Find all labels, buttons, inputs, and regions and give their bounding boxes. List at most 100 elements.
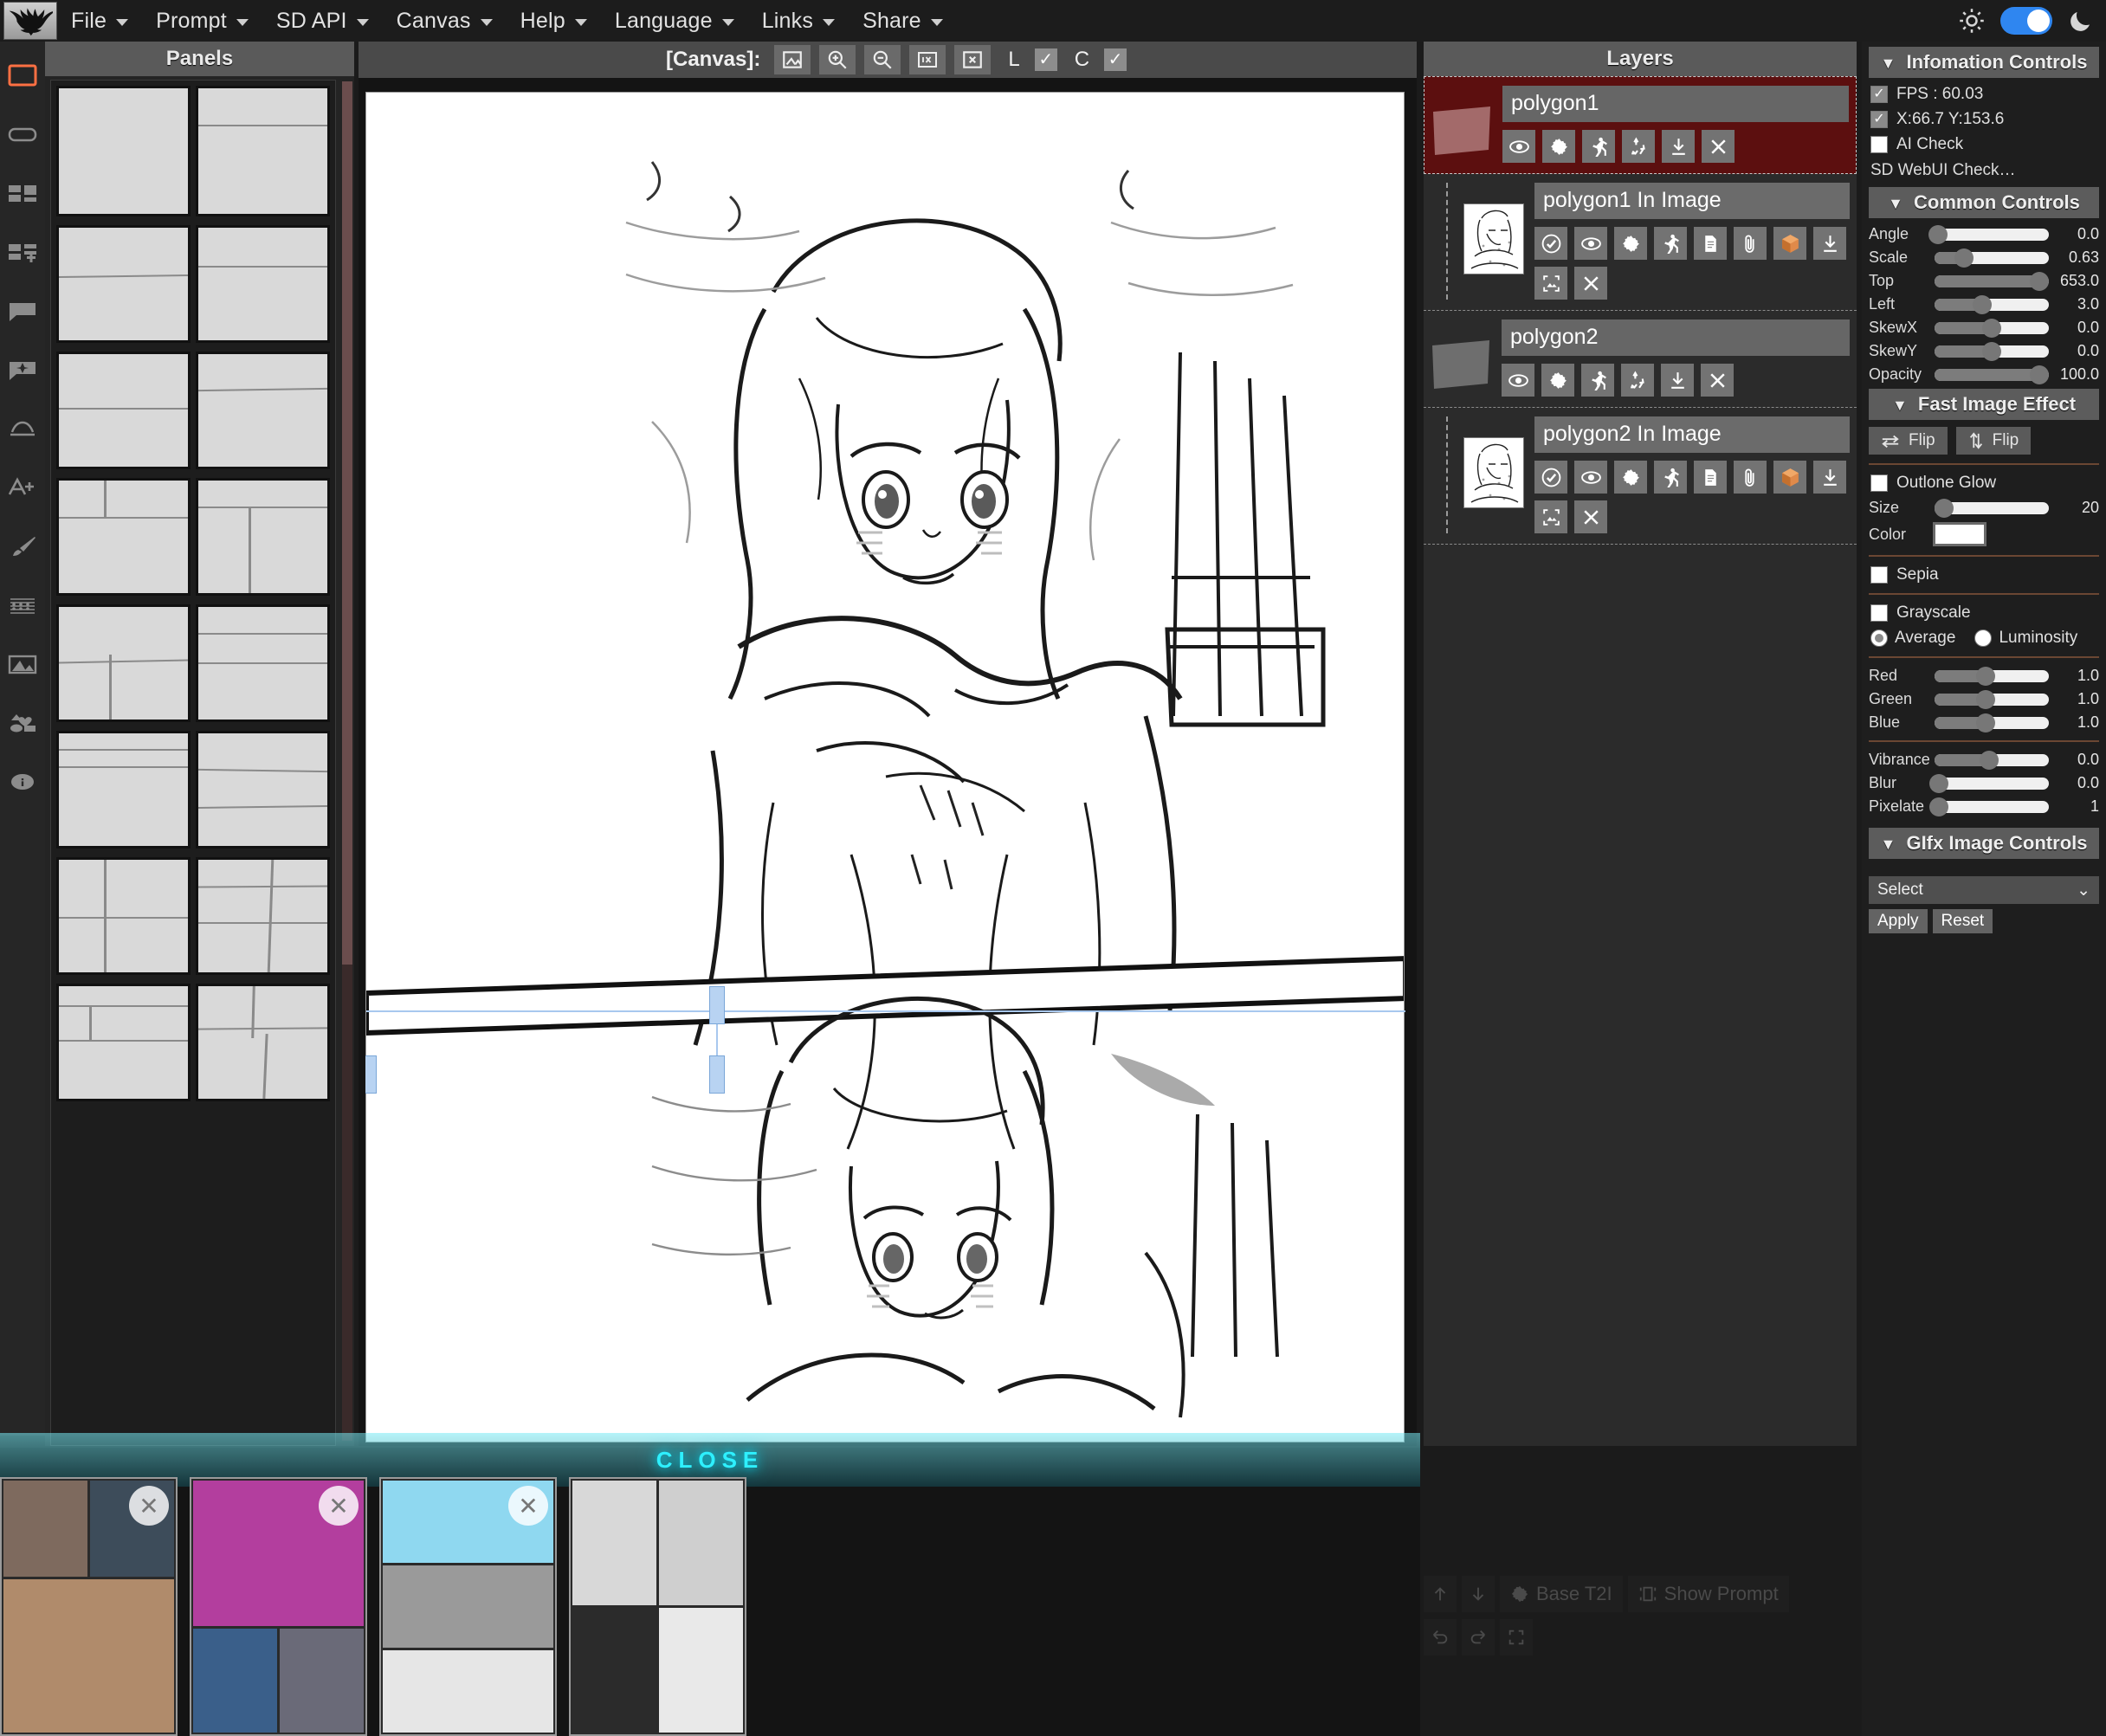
- layer-close-button[interactable]: [1574, 500, 1607, 533]
- moon-icon[interactable]: [2068, 8, 2094, 34]
- layer-name-input[interactable]: polygon1: [1502, 86, 1849, 122]
- sidebar-item-rounded-rect[interactable]: [3, 118, 42, 151]
- coords-checkbox[interactable]: ✓: [1870, 111, 1888, 128]
- layer-close-button[interactable]: [1702, 130, 1735, 163]
- canvas-stage[interactable]: [365, 80, 1412, 1444]
- ai-check-row[interactable]: AI Check: [1870, 135, 2097, 154]
- layer-toggle-checkbox[interactable]: ✓: [1035, 48, 1057, 71]
- layer-clip-button[interactable]: [1734, 461, 1767, 494]
- zoom-out-button[interactable]: [864, 45, 901, 74]
- layer-close-button[interactable]: [1574, 267, 1607, 300]
- panel-template-item[interactable]: [56, 857, 191, 975]
- canvas-clear-button[interactable]: [954, 45, 991, 74]
- menu-language[interactable]: Language: [601, 0, 748, 42]
- menu-help[interactable]: Help: [507, 0, 601, 42]
- layer-gear-button[interactable]: [1542, 130, 1575, 163]
- flip-horizontal-button[interactable]: Flip: [1869, 427, 1948, 455]
- menu-sd-api[interactable]: SD API: [262, 0, 383, 42]
- move-up-button[interactable]: [1424, 1576, 1457, 1612]
- glfx-select[interactable]: Select ⌄: [1869, 876, 2099, 904]
- zoom-reset-button[interactable]: [909, 45, 946, 74]
- extra-slider[interactable]: [1935, 778, 2049, 790]
- layer-row[interactable]: polygon1: [1424, 76, 1857, 174]
- panel-template-item[interactable]: [56, 478, 191, 596]
- panel-template-item[interactable]: [196, 352, 330, 469]
- thumbnail-close-icon[interactable]: ✕: [129, 1486, 169, 1526]
- panel-template-item[interactable]: [196, 478, 330, 596]
- panel-template-item[interactable]: [56, 984, 191, 1101]
- extra-slider[interactable]: [1935, 801, 2049, 813]
- panels-scrollbar[interactable]: [342, 81, 352, 1441]
- layer-run-button[interactable]: [1581, 364, 1614, 397]
- layer-close-button[interactable]: [1701, 364, 1734, 397]
- selection-handle-top[interactable]: [709, 986, 725, 1024]
- reset-button[interactable]: Reset: [1933, 909, 1993, 933]
- sd-webui-check-label[interactable]: SD WebUI Check…: [1870, 161, 2097, 180]
- selection-handle-center[interactable]: [709, 1055, 725, 1094]
- grayscale-row[interactable]: Grayscale: [1870, 603, 2097, 623]
- panels-scroll-thumb[interactable]: [342, 81, 352, 965]
- common-slider[interactable]: [1935, 275, 2049, 287]
- theme-toggle[interactable]: [2000, 7, 2052, 35]
- common-slider[interactable]: [1935, 229, 2049, 241]
- glow-color-swatch[interactable]: [1933, 522, 1986, 546]
- layer-recycle-button[interactable]: [1622, 130, 1655, 163]
- panel-template-item[interactable]: [196, 604, 330, 722]
- panel-template-item[interactable]: [56, 731, 191, 849]
- panel-template-item[interactable]: [56, 604, 191, 722]
- layer-name-input[interactable]: polygon2 In Image: [1534, 416, 1850, 453]
- sidebar-item-panel-split[interactable]: [3, 177, 42, 210]
- panel-template-item[interactable]: [196, 86, 330, 216]
- coords-row[interactable]: ✓ X:66.7 Y:153.6: [1870, 110, 2097, 129]
- sidebar-item-image[interactable]: [3, 648, 42, 681]
- layer-clip-button[interactable]: [1734, 227, 1767, 260]
- panel-template-item[interactable]: [196, 225, 330, 343]
- menu-canvas[interactable]: Canvas: [383, 0, 507, 42]
- layer-check-circle-button[interactable]: [1534, 461, 1567, 494]
- menu-links[interactable]: Links: [748, 0, 849, 42]
- sun-icon[interactable]: [1959, 8, 1985, 34]
- show-prompt-button[interactable]: Show Prompt: [1628, 1576, 1789, 1612]
- manga-page[interactable]: [365, 92, 1405, 1442]
- layer-check-circle-button[interactable]: [1534, 227, 1567, 260]
- layer-package-button[interactable]: [1773, 461, 1806, 494]
- luminosity-radio[interactable]: [1974, 629, 1992, 647]
- thumbnail-item[interactable]: ✕: [379, 1477, 557, 1736]
- outline-glow-checkbox[interactable]: [1870, 474, 1888, 492]
- layer-row[interactable]: polygon1 In Image: [1424, 174, 1857, 311]
- menu-prompt[interactable]: Prompt: [142, 0, 262, 42]
- sepia-checkbox[interactable]: [1870, 566, 1888, 584]
- sidebar-item-info[interactable]: [3, 765, 42, 798]
- layer-document-button[interactable]: [1694, 461, 1727, 494]
- sidebar-item-add-text[interactable]: [3, 471, 42, 504]
- common-slider[interactable]: [1935, 322, 2049, 334]
- layer-eye-button[interactable]: [1502, 364, 1534, 397]
- layer-eye-button[interactable]: [1574, 227, 1607, 260]
- common-slider[interactable]: [1935, 252, 2049, 264]
- layer-gear-button[interactable]: [1541, 364, 1574, 397]
- canvas-image-button[interactable]: [774, 45, 811, 74]
- layer-row[interactable]: polygon2: [1424, 311, 1857, 408]
- sidebar-item-speech-balloon[interactable]: [3, 294, 42, 327]
- sidebar-item-panel-add[interactable]: [3, 236, 42, 268]
- undo-button[interactable]: [1424, 1619, 1457, 1655]
- common-slider[interactable]: [1935, 345, 2049, 358]
- menu-share[interactable]: Share: [849, 0, 957, 42]
- average-radio[interactable]: [1870, 629, 1888, 647]
- thumbnail-close-icon[interactable]: ✕: [508, 1486, 548, 1526]
- panel-template-item[interactable]: [56, 352, 191, 469]
- channel-slider[interactable]: [1935, 670, 2049, 682]
- menu-file[interactable]: File: [57, 0, 142, 42]
- fit-screen-button[interactable]: [1500, 1619, 1533, 1655]
- layer-run-button[interactable]: [1654, 461, 1687, 494]
- thumbnail-item[interactable]: ✕: [0, 1477, 178, 1736]
- selection-handle-left[interactable]: [365, 1055, 377, 1094]
- thumbnail-item[interactable]: ✕: [190, 1477, 367, 1736]
- outline-glow-row[interactable]: Outlone Glow: [1870, 474, 2097, 493]
- layer-name-input[interactable]: polygon2: [1502, 319, 1850, 356]
- base-t2i-button[interactable]: Base T2I: [1500, 1576, 1623, 1612]
- apply-button[interactable]: Apply: [1869, 909, 1928, 933]
- layer-eye-button[interactable]: [1502, 130, 1535, 163]
- layer-eye-button[interactable]: [1574, 461, 1607, 494]
- layer-download-button[interactable]: [1662, 130, 1695, 163]
